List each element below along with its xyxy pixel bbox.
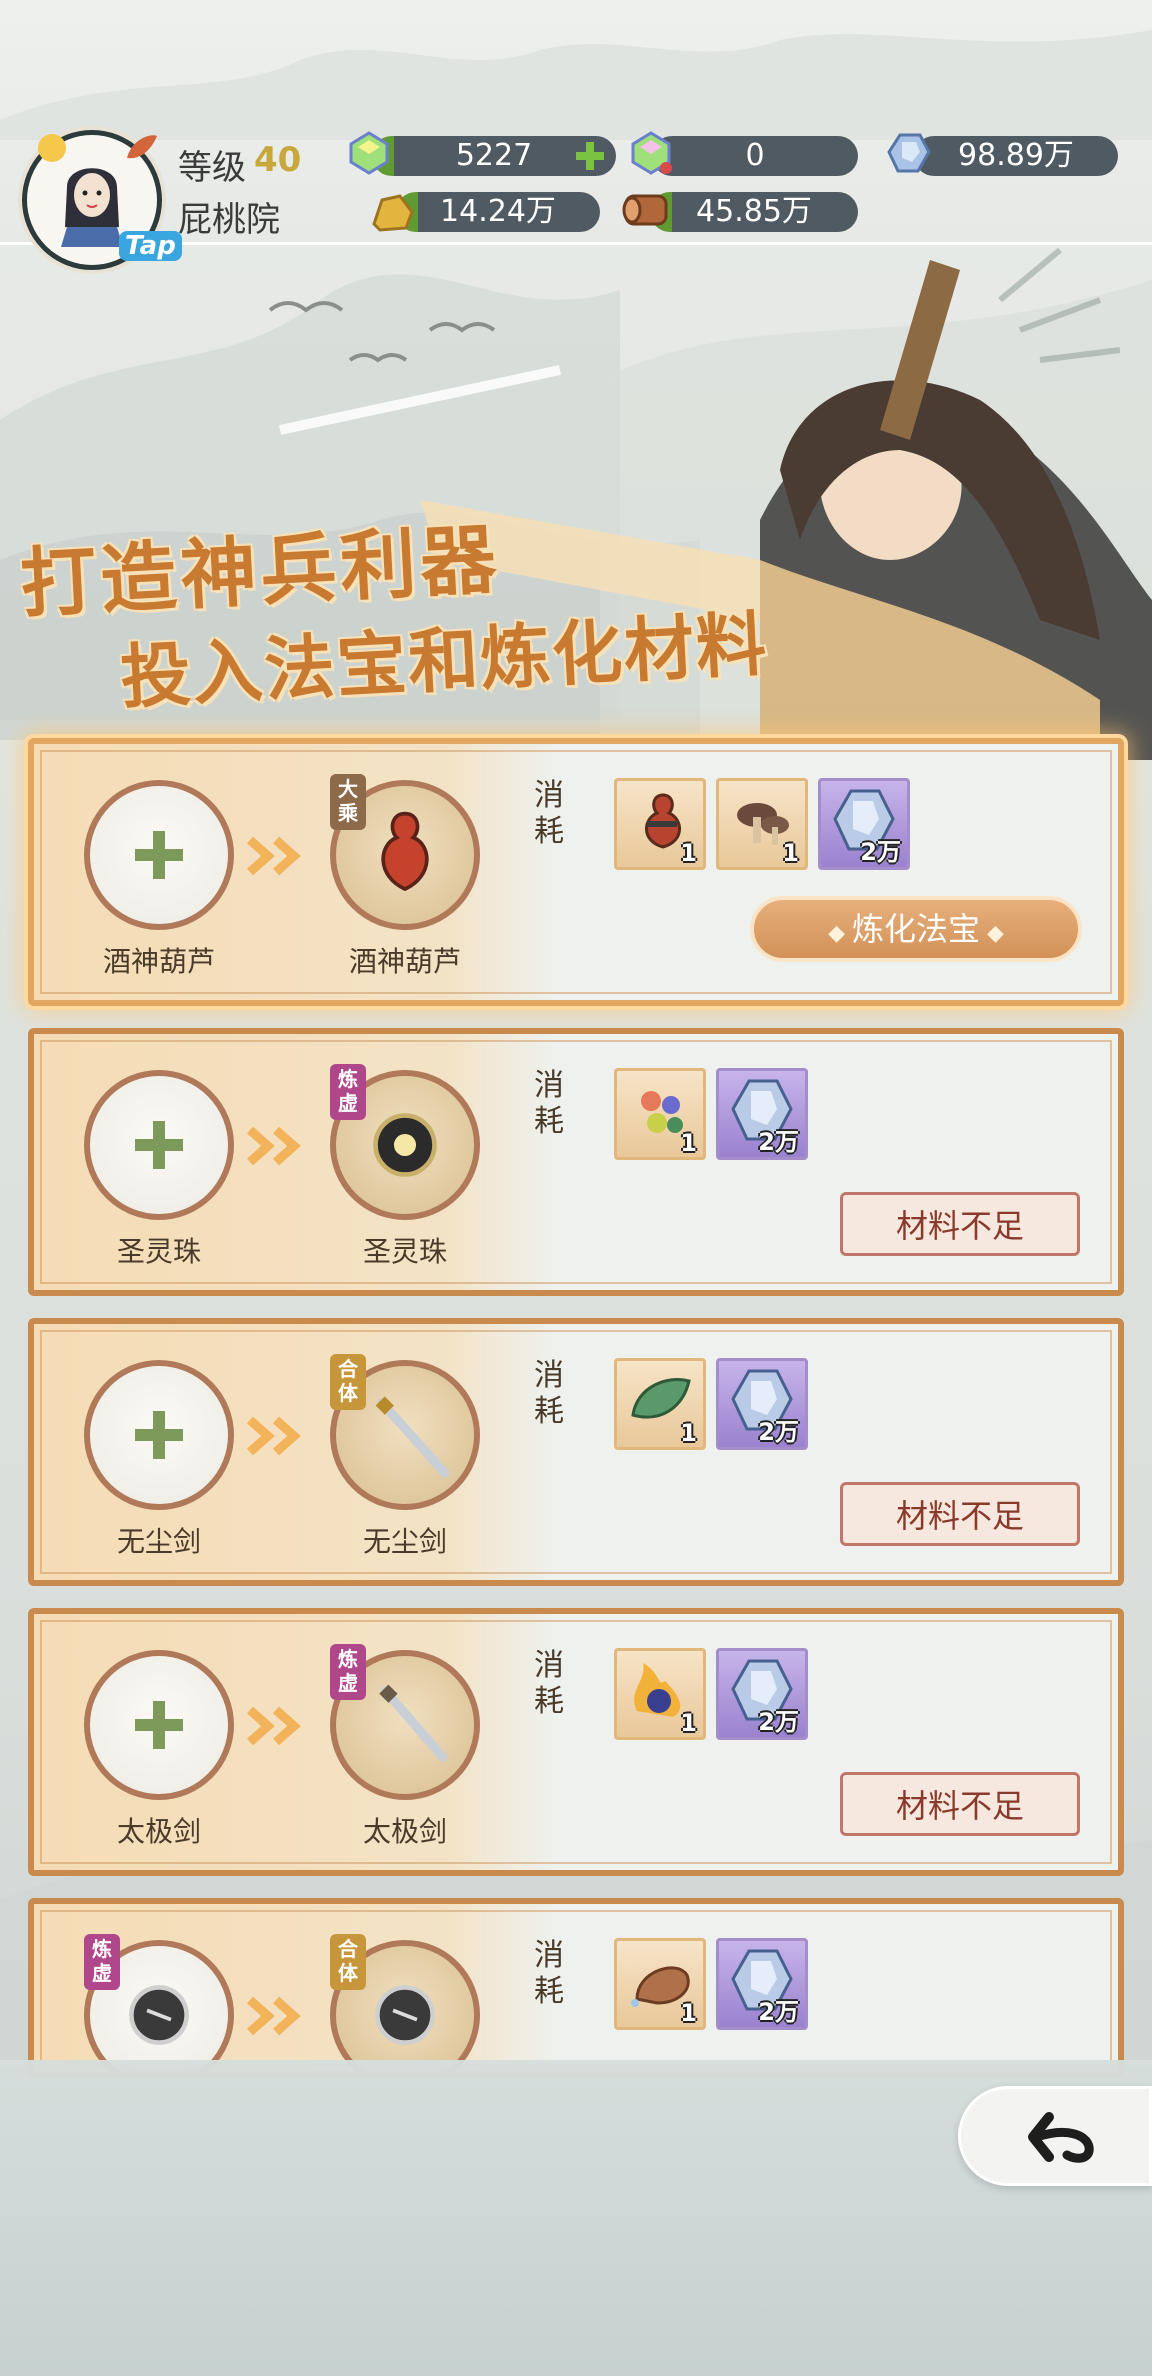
cost-item[interactable]: 2万 [716, 1068, 808, 1160]
wood-value: 45.85万 [696, 194, 812, 229]
ore-value: 14.24万 [440, 194, 556, 229]
insufficient-materials-button[interactable]: 材料不足 [840, 1772, 1080, 1836]
gem1-value: 5227 [455, 138, 533, 173]
material-name: 酒神葫芦 [102, 945, 215, 978]
recipe-card[interactable]: 炼虚 合体 消耗 1 2万 [28, 1898, 1124, 2078]
cost-count: 1 [782, 839, 799, 867]
material-rank-tag: 炼虚 [84, 1934, 120, 1990]
cost-item[interactable]: 2万 [716, 1648, 808, 1740]
cost-count: 1 [680, 1709, 697, 1737]
back-arrow-icon [1028, 2112, 1094, 2163]
level-value: 40 [254, 140, 302, 180]
add-material-icon [135, 1121, 183, 1169]
chevrons-right-icon [247, 1706, 301, 1746]
add-gem-button[interactable] [574, 140, 606, 172]
cost-item[interactable]: 2万 [818, 778, 910, 870]
chevrons-right-icon [247, 1126, 301, 1166]
gem2-counter: 0 [652, 136, 858, 176]
cost-item[interactable]: 1 [614, 1938, 706, 2030]
product-name: 太极剑 [362, 1815, 447, 1848]
material-name: 太极剑 [116, 1815, 201, 1848]
cost-count: 2万 [758, 1998, 799, 2026]
product-name: 酒神葫芦 [348, 945, 461, 978]
sun-icon [38, 134, 66, 162]
recipe-card[interactable]: 合体无尘剑 无尘剑 消耗 1 2万材料不足 [28, 1318, 1124, 1586]
chevrons-right-icon [247, 1996, 301, 2036]
refine-button-label: 炼化法宝 [851, 910, 980, 948]
cost-item[interactable]: 1 [614, 1068, 706, 1160]
wood-log-icon [622, 194, 668, 226]
material-name: 圣灵珠 [116, 1235, 201, 1268]
rainbow-gem-icon [349, 131, 389, 175]
cost-count: 1 [680, 1129, 697, 1157]
diamond-left-icon: ◆ [828, 921, 852, 946]
leaf-decoration-icon [127, 135, 157, 159]
cost-count: 2万 [758, 1418, 799, 1446]
cost-label: 消耗 [534, 1648, 564, 1719]
cost-count: 2万 [758, 1128, 799, 1156]
portrait-icon [61, 168, 123, 247]
cost-count: 1 [680, 1999, 697, 2027]
material-name: 无尘剑 [116, 1525, 201, 1558]
recipe-card[interactable]: 炼虚圣灵珠 圣灵珠 消耗 1 2万材料不足 [28, 1028, 1124, 1296]
cost-label: 消耗 [534, 1358, 564, 1429]
wood-counter: 45.85万 [650, 192, 858, 232]
chevrons-right-icon [247, 1416, 301, 1456]
cost-item[interactable]: 1 [716, 778, 808, 870]
cost-item[interactable]: 2万 [716, 1938, 808, 2030]
add-material-icon [135, 1701, 183, 1749]
back-button[interactable] [958, 2086, 1152, 2186]
add-material-icon [135, 1411, 183, 1459]
product-rank-tag: 合体 [330, 1934, 366, 1990]
product-rank-tag: 大乘 [330, 774, 366, 830]
insufficient-materials-button[interactable]: 材料不足 [840, 1482, 1080, 1546]
tap-badge: Tap [119, 231, 182, 261]
product-name: 无尘剑 [362, 1525, 447, 1558]
cost-item[interactable]: 2万 [716, 1358, 808, 1450]
cost-item[interactable]: 1 [614, 1358, 706, 1450]
product-rank-tag: 炼虚 [330, 1644, 366, 1700]
recipe-card[interactable]: 大乘酒神葫芦 酒神葫芦 消耗 1 1 2万 ◆ 炼化法宝 ◆ [28, 738, 1124, 1006]
chevrons-right-icon [247, 836, 301, 876]
diamond-right-icon: ◆ [980, 921, 1004, 946]
crystal-icon [887, 133, 931, 173]
gold-ore-icon [372, 194, 414, 232]
product-rank-tag: 炼虚 [330, 1064, 366, 1120]
cost-item[interactable]: 1 [614, 778, 706, 870]
ore-counter: 14.24万 [396, 192, 600, 232]
cost-count: 1 [680, 839, 697, 867]
player-name: 屁桃院 [178, 200, 280, 240]
cost-count: 2万 [860, 838, 901, 866]
product-name: 圣灵珠 [362, 1235, 447, 1268]
level-label: 等级 [178, 148, 246, 188]
cost-count: 1 [680, 1419, 697, 1447]
material-slot[interactable] [84, 1070, 234, 1220]
gem2-value: 0 [745, 138, 765, 173]
insufficient-materials-button[interactable]: 材料不足 [840, 1192, 1080, 1256]
cost-count: 2万 [758, 1708, 799, 1736]
cost-label: 消耗 [534, 1938, 564, 2009]
refine-button[interactable]: ◆ 炼化法宝 ◆ [750, 896, 1082, 962]
bound-gem-icon [631, 131, 672, 175]
product-rank-tag: 合体 [330, 1354, 366, 1410]
cost-label: 消耗 [534, 1068, 564, 1139]
add-material-icon [135, 831, 183, 879]
material-slot[interactable] [84, 1650, 234, 1800]
crystal-counter: 98.89万 [914, 136, 1118, 176]
cost-label: 消耗 [534, 778, 564, 849]
material-slot[interactable] [84, 780, 234, 930]
recipe-card[interactable]: 炼虚太极剑 太极剑 消耗 1 2万材料不足 [28, 1608, 1124, 1876]
top-mountain-decoration [0, 30, 1152, 140]
crystal-value: 98.89万 [958, 138, 1074, 173]
cost-item[interactable]: 1 [614, 1648, 706, 1740]
material-slot[interactable] [84, 1360, 234, 1510]
